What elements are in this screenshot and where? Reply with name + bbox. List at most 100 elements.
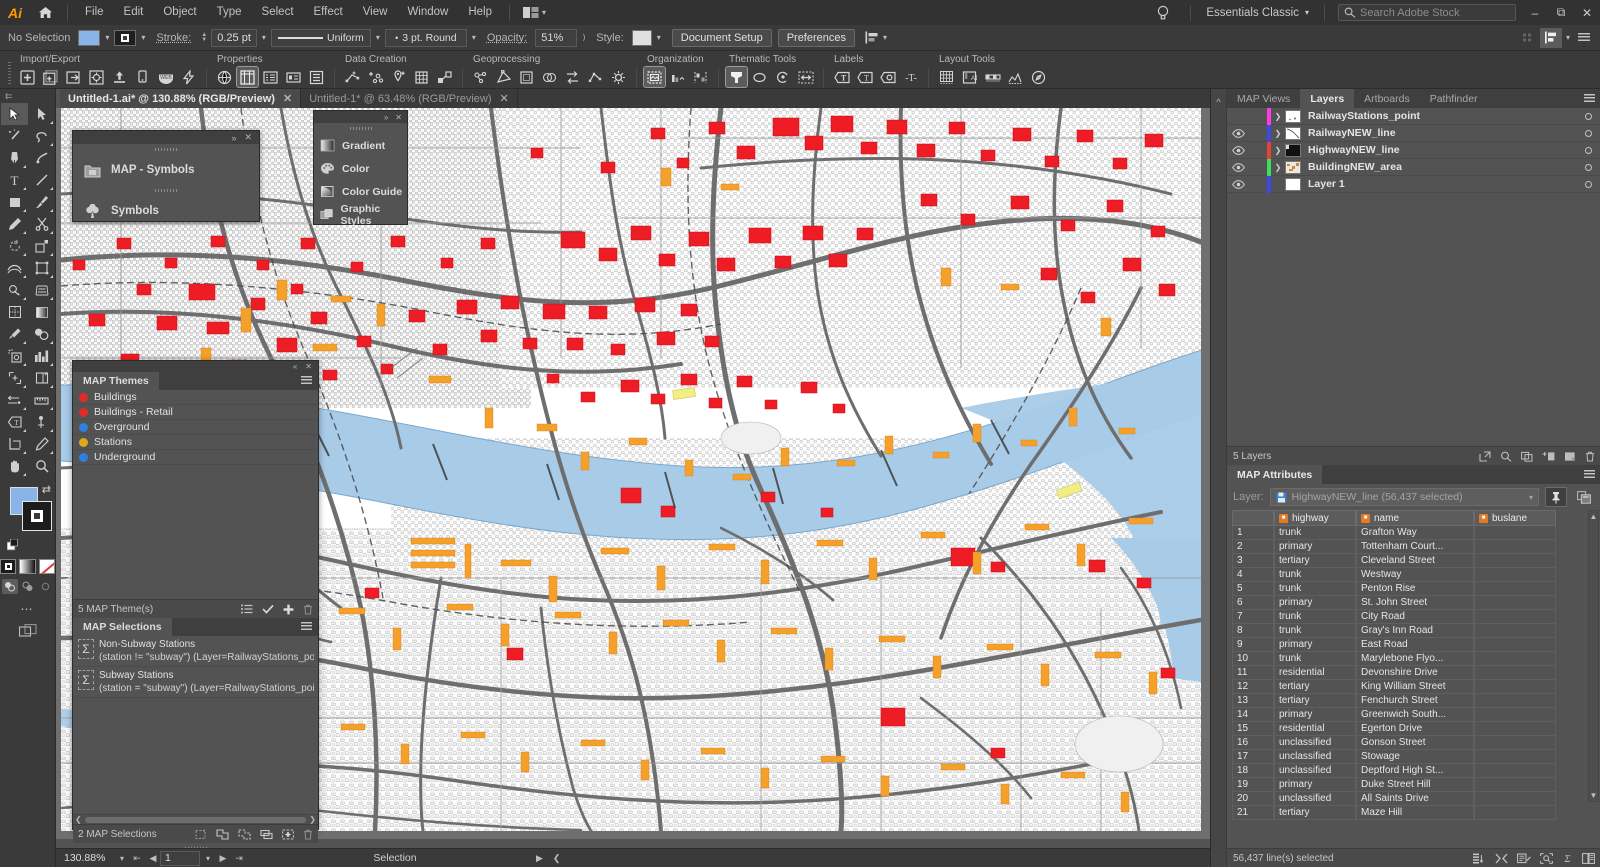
table-cell-highway[interactable]: trunk [1274,568,1356,582]
table-row[interactable]: 15 residential Egerton Drive [1232,722,1600,736]
layer-row[interactable]: ❯ RailwayNEW_line [1227,124,1600,142]
document-tab-inactive[interactable]: Untitled-1* @ 63.48% (RGB/Preview) ✕ [301,89,518,108]
list-item[interactable]: Stations [73,435,318,450]
table-cell-i[interactable]: 5 [1232,582,1274,596]
zoom-tool[interactable] [28,455,55,477]
layer-row[interactable]: ❯ RailwayStations_point [1227,107,1600,125]
create-points-icon[interactable] [365,67,386,87]
home-icon[interactable] [30,0,60,25]
clip-icon[interactable] [516,67,537,87]
table-cell-buslane[interactable] [1474,526,1556,540]
legend-icon[interactable] [667,67,688,87]
elevation-icon[interactable] [1005,67,1026,87]
table-cell-name[interactable]: Fenchurch Street [1356,694,1474,708]
pin-icon[interactable] [1545,487,1567,507]
columns-icon[interactable] [1473,853,1486,864]
text-tool-icon[interactable]: -T- [900,67,921,87]
table-cell-buslane[interactable] [1474,666,1556,680]
toolbar-grip[interactable] [4,58,14,88]
status-play-icon[interactable]: ▶ [536,853,543,864]
collapsed-panel-dock[interactable]: » ✕ Gradient Color Color Guide Graphic S… [313,110,408,227]
table-cell-buslane[interactable] [1474,708,1556,722]
table-cell-highway[interactable]: tertiary [1274,554,1356,568]
magic-wand-tool[interactable] [1,125,28,147]
table-cell-highway[interactable]: primary [1274,540,1356,554]
prev-page-icon[interactable]: ◀ [146,853,160,864]
header-buslane[interactable]: ■ buslane [1474,510,1556,526]
layer-select[interactable]: HighwayNEW_line (56,437 selected) ▾ [1269,488,1539,506]
scroll-thumb[interactable] [84,816,307,823]
map-selections-list[interactable]: Σ Non-Subway Stations (station != "subwa… [73,636,318,814]
import-multiple-icon[interactable] [40,67,61,87]
table-cell-highway[interactable]: unclassified [1274,736,1356,750]
align-panel-caret-icon[interactable]: ▾ [1566,33,1570,42]
menu-view[interactable]: View [353,0,398,25]
collapse-icon[interactable] [1495,853,1508,864]
menu-help[interactable]: Help [458,0,502,25]
expand-icon[interactable]: » [231,133,236,143]
zoom-level-input[interactable]: 130.88% [60,851,114,866]
map-tags-icon[interactable] [283,67,304,87]
table-cell-i[interactable]: 6 [1232,596,1274,610]
slice-tool[interactable] [28,367,55,389]
table-row[interactable]: 7 trunk City Road [1232,610,1600,624]
panel-menu-icon[interactable] [1584,94,1595,103]
width-tool[interactable] [1,257,28,279]
table-cell-highway[interactable]: primary [1274,596,1356,610]
direct-selection-tool[interactable] [28,103,55,125]
table-cell-name[interactable]: St. John Street [1356,596,1474,610]
table-row[interactable]: 9 primary East Road [1232,638,1600,652]
table-cell-name[interactable]: Westway [1356,568,1474,582]
table-cell-i[interactable]: 2 [1232,540,1274,554]
line-segment-tool[interactable] [28,169,55,191]
menu-object[interactable]: Object [153,0,206,25]
table-row[interactable]: 18 unclassified Deptford High St... [1232,764,1600,778]
table-cell-buslane[interactable] [1474,554,1556,568]
table-cell-i[interactable]: 8 [1232,624,1274,638]
stroke-stepper[interactable]: ▲ ▼ [199,32,209,43]
minimize-button[interactable]: – [1522,0,1548,25]
visibility-icon[interactable] [1227,162,1249,172]
create-line-icon[interactable] [342,67,363,87]
attributes-table[interactable]: ■ highway ■ name ■ buslane 1 trunk Grafton Wa… [1227,510,1600,820]
close-icon[interactable]: ✕ [500,92,509,105]
spatial-icon[interactable] [539,67,560,87]
fill-swatch[interactable] [78,29,101,46]
table-cell-i[interactable]: 13 [1232,694,1274,708]
menu-file[interactable]: File [75,0,114,25]
table-cell-i[interactable]: 7 [1232,610,1274,624]
menu-effect[interactable]: Effect [304,0,353,25]
table-cell-highway[interactable]: primary [1274,778,1356,792]
document-setup-button[interactable]: Document Setup [671,28,772,47]
scroll-right-icon[interactable]: ❯ [309,815,316,824]
default-fill-stroke-icon[interactable] [7,539,19,551]
page-caret-icon[interactable]: ▾ [200,854,216,863]
table-row[interactable]: 4 trunk Westway [1232,568,1600,582]
table-row[interactable]: 8 trunk Gray's Inn Road [1232,624,1600,638]
export-icon[interactable] [63,67,84,87]
paintbrush-tool[interactable] [28,191,55,213]
menu-type[interactable]: Type [207,0,252,25]
table-cell-buslane[interactable] [1474,540,1556,554]
target-indicator[interactable] [1575,180,1600,188]
upload-icon[interactable] [109,67,130,87]
table-cell-name[interactable]: Gonson Street [1356,736,1474,750]
stroke-profile-select[interactable]: Uniform [270,28,371,47]
arrange-documents-icon[interactable]: ▾ [517,7,552,18]
table-row[interactable]: 10 trunk Marylebone Flyo... [1232,652,1600,666]
table-cell-name[interactable]: King William Street [1356,680,1474,694]
gradient-tool[interactable] [28,301,55,323]
swap-fill-stroke-icon[interactable]: ⇄ [42,483,51,496]
table-row[interactable]: 16 unclassified Gonson Street [1232,736,1600,750]
table-cell-name[interactable]: Devonshire Drive [1356,666,1474,680]
close-icon[interactable]: ✕ [305,362,312,371]
table-cell-name[interactable]: Grafton Way [1356,526,1474,540]
lasso-tool[interactable] [28,125,55,147]
delete-selection-icon[interactable] [303,829,313,840]
quick-import-icon[interactable] [178,67,199,87]
collapse-icon[interactable]: « [293,362,297,371]
label-pro-icon[interactable]: T [831,67,852,87]
table-row[interactable]: 1 trunk Grafton Way [1232,526,1600,540]
blend-tool[interactable] [28,323,55,345]
panel-grip[interactable] [73,185,259,196]
